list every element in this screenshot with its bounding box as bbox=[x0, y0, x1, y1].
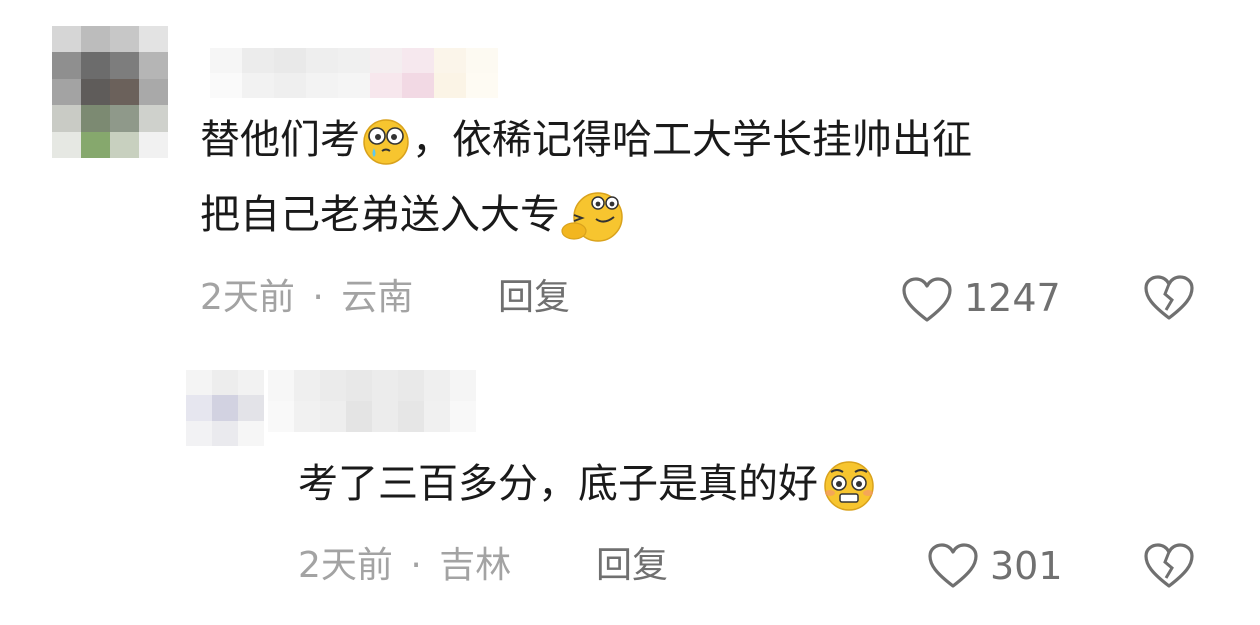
reply-time: 2天前 bbox=[298, 545, 393, 586]
heart-icon bbox=[902, 277, 952, 322]
reply-text-line: 考了三百多分，底子是真的好 bbox=[298, 458, 880, 514]
reply-meta: 2天前 · 吉林 bbox=[298, 546, 511, 586]
like-count: 1247 bbox=[964, 276, 1061, 320]
comment-text: 替他们考 bbox=[200, 117, 360, 163]
thinking-grin-emoji-icon bbox=[561, 192, 623, 242]
avatar[interactable] bbox=[186, 370, 264, 446]
comment-meta: 2天前 · 云南 bbox=[200, 278, 413, 318]
like-button[interactable]: 301 bbox=[926, 538, 1076, 590]
comment-text: ，依稀记得哈工大学长挂帅出征 bbox=[412, 117, 972, 163]
reply-location: 吉林 bbox=[439, 545, 512, 586]
reply-button[interactable]: 回复 bbox=[596, 546, 668, 586]
teary-eyes-emoji-icon bbox=[363, 119, 409, 165]
avatar[interactable] bbox=[52, 26, 168, 158]
username[interactable] bbox=[210, 48, 500, 98]
comment-text-line-1: 替他们考 ，依稀记得哈工大学长挂帅出征 bbox=[200, 116, 972, 166]
comment-text: 把自己老弟送入大专 bbox=[200, 192, 560, 238]
username[interactable] bbox=[268, 370, 476, 432]
reply-text: 考了三百多分，底子是真的好 bbox=[298, 461, 818, 507]
reply-button[interactable]: 回复 bbox=[498, 278, 570, 318]
meta-separator: · bbox=[312, 277, 324, 318]
like-button[interactable]: 1247 bbox=[900, 272, 1080, 324]
broken-heart-icon[interactable] bbox=[1142, 274, 1196, 322]
comment-time: 2天前 bbox=[200, 277, 295, 318]
broken-heart-icon[interactable] bbox=[1142, 542, 1196, 590]
heart-icon bbox=[928, 543, 978, 588]
pleading-face-emoji-icon bbox=[824, 461, 874, 511]
comment-location: 云南 bbox=[341, 277, 414, 318]
comment-text-line-2: 把自己老弟送入大专 bbox=[200, 189, 630, 245]
meta-separator: · bbox=[410, 545, 422, 586]
like-count: 301 bbox=[990, 544, 1063, 588]
